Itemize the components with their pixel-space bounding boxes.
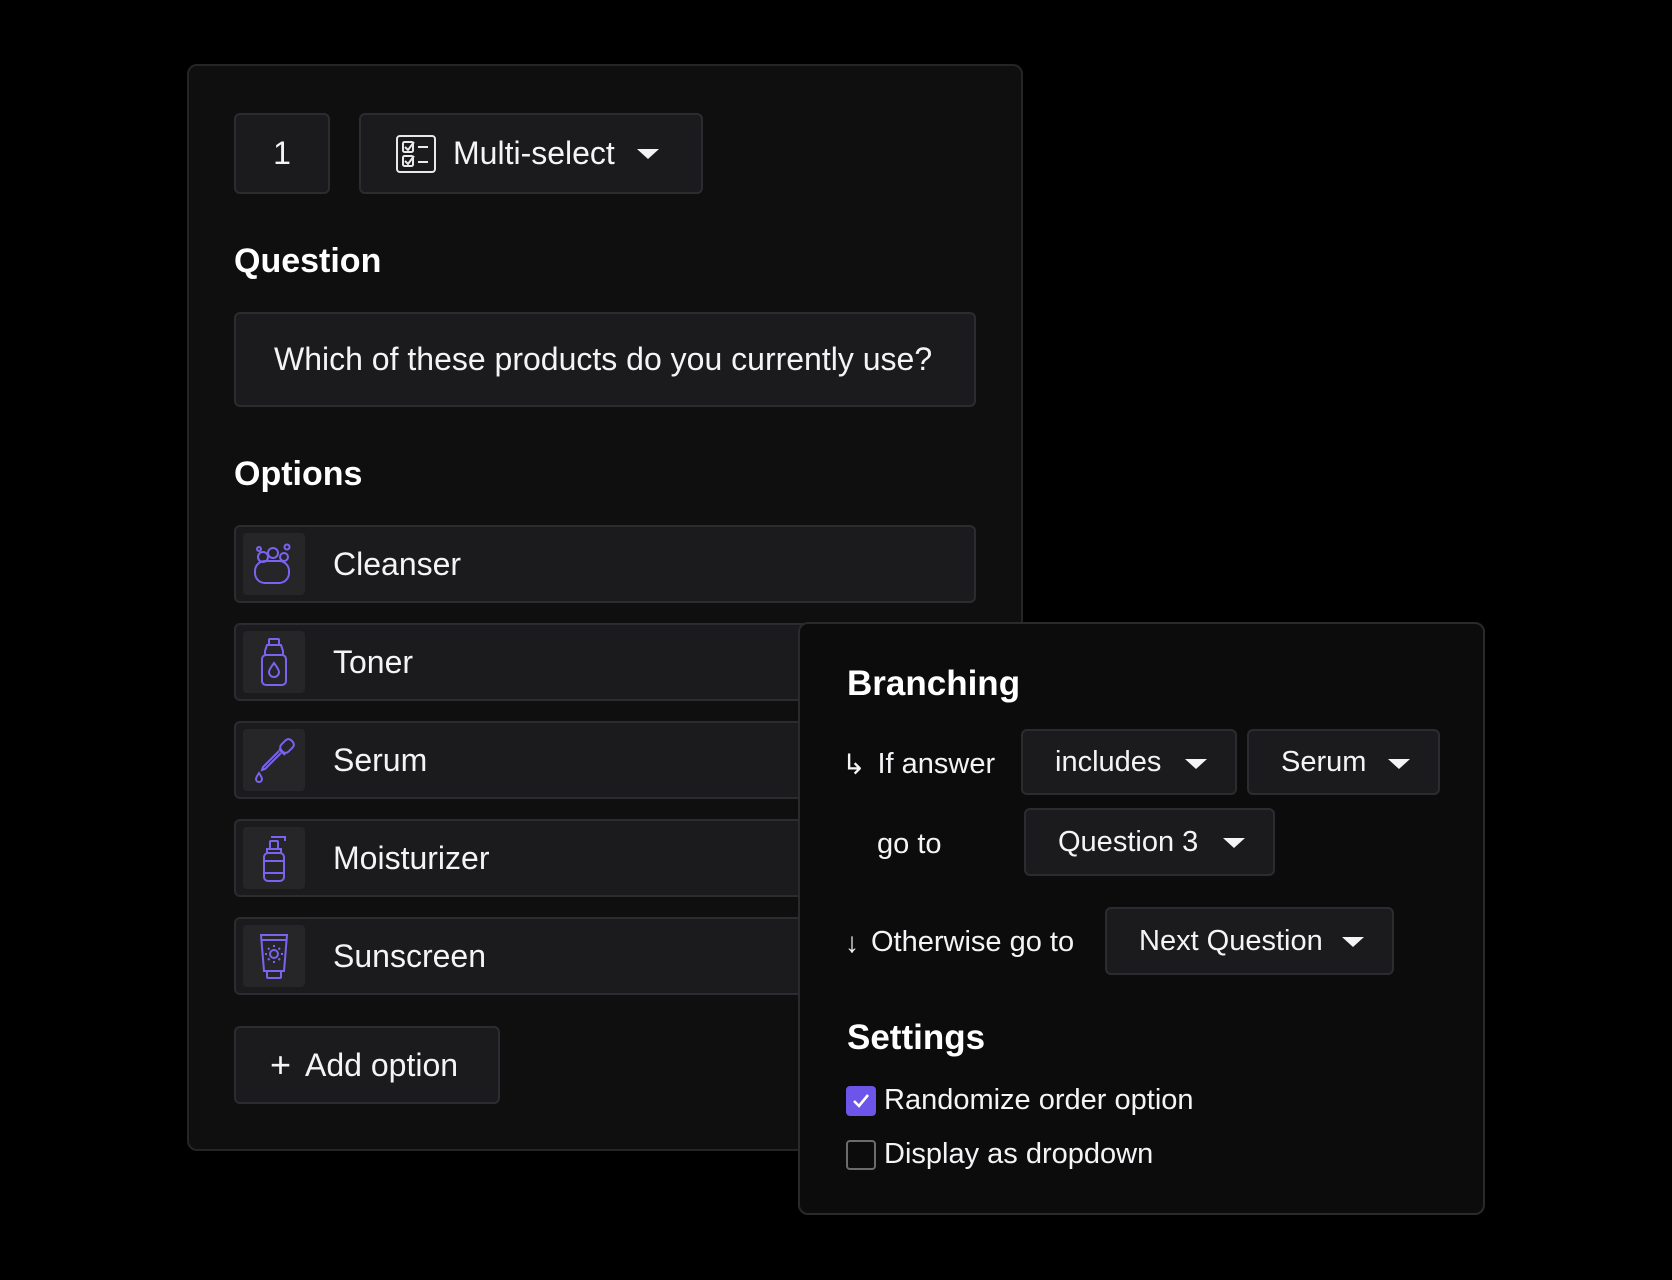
chevron-down-icon [636,148,659,159]
randomize-order-checkbox[interactable]: Randomize order option [846,1084,1194,1117]
question-text-input[interactable]: Which of these products do you currently… [234,312,976,407]
add-option-button[interactable]: + Add option [234,1026,500,1104]
randomize-order-label: Randomize order option [884,1084,1194,1116]
branching-panel: Branching ↳ If answer includes Serum go … [798,622,1485,1215]
answer-value: Serum [1281,745,1367,778]
go-to-label: go to [877,828,942,860]
checkbox-checked[interactable] [846,1085,876,1116]
chevron-down-icon [1185,759,1207,769]
option-label: Cleanser [333,545,462,582]
otherwise-value: Next Question [1139,924,1323,957]
display-dropdown-checkbox[interactable]: Display as dropdown [846,1138,1153,1171]
sunscreen-tube-icon [243,925,305,987]
checklist-icon [395,134,437,174]
go-to-value: Question 3 [1058,825,1199,858]
checkbox-unchecked[interactable] [846,1139,876,1170]
answer-dropdown[interactable]: Serum [1247,729,1440,795]
add-option-label: Add option [305,1046,459,1083]
pump-bottle-icon [243,827,305,889]
option-cleanser[interactable]: Cleanser [234,525,976,603]
condition-dropdown[interactable]: includes [1021,729,1237,795]
toner-bottle-icon [243,631,305,693]
question-type-dropdown[interactable]: Multi-select [359,113,703,194]
option-label: Toner [333,643,414,680]
plus-icon: + [270,1044,292,1085]
chevron-down-icon [1342,937,1364,947]
question-number: 1 [234,113,330,194]
option-label: Sunscreen [333,937,486,974]
branch-arrow-icon: ↳ [842,749,866,780]
options-heading: Options [234,455,363,493]
settings-heading: Settings [847,1018,986,1057]
dropper-icon [243,729,305,791]
if-answer-row-label: ↳ If answer [842,748,995,781]
question-heading: Question [234,242,382,280]
soap-bubbles-icon [243,533,305,595]
otherwise-label: Otherwise go to [871,926,1075,958]
go-to-dropdown[interactable]: Question 3 [1024,808,1275,876]
option-label: Moisturizer [333,839,490,876]
arrow-down-icon: ↓ [845,926,859,958]
condition-value: includes [1055,745,1162,778]
canvas: 1 Multi-select Question Which of these p… [0,0,1672,1280]
otherwise-row-label: ↓ Otherwise go to [845,926,1074,959]
chevron-down-icon [1388,759,1410,769]
branching-heading: Branching [847,664,1021,703]
display-dropdown-label: Display as dropdown [884,1138,1154,1170]
question-type-label: Multi-select [453,135,615,171]
if-answer-label: If answer [877,748,996,780]
option-label: Serum [333,741,428,778]
otherwise-dropdown[interactable]: Next Question [1105,907,1394,975]
chevron-down-icon [1223,838,1245,848]
